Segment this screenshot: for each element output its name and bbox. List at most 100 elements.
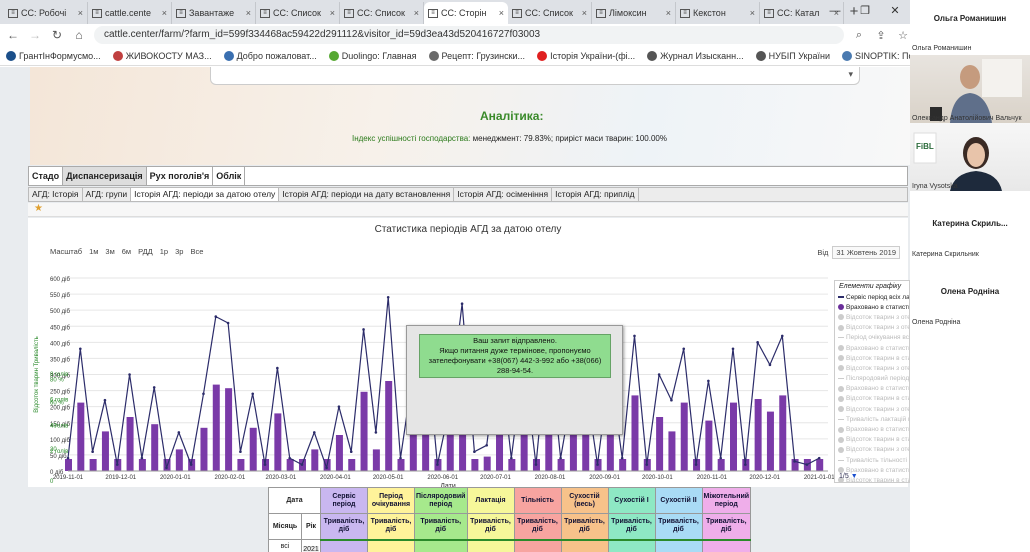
data-point [374, 431, 378, 434]
year-input[interactable]: 2021 [301, 539, 321, 552]
legend-marker-icon [838, 337, 844, 339]
favorite-star-icon[interactable]: ★ [34, 203, 43, 214]
browser-tab[interactable]: ≡ CC: Робочі × [4, 2, 88, 24]
column-header[interactable]: Міжотельний період [701, 487, 752, 514]
search-icon[interactable]: ⌕ [852, 29, 866, 42]
column-header[interactable]: Період очікування [367, 487, 415, 514]
bar-mark [656, 417, 664, 471]
legend-item[interactable]: Відсоток тварин в статистиці по післяр [835, 394, 909, 404]
legend-item[interactable]: Сервіс період всіх лакт [835, 292, 909, 302]
browser-tab[interactable]: ≡ cattle.cente × [88, 2, 172, 24]
tab-close-icon[interactable]: × [499, 8, 504, 18]
main-tab[interactable]: Рух поголів'я [147, 167, 214, 185]
browser-tab[interactable]: ≡ Завантаже × [172, 2, 256, 24]
data-point [534, 463, 538, 466]
legend-item[interactable]: Тривалість тільності всіх лактацій [835, 455, 909, 465]
column-header[interactable]: Лактація [466, 487, 515, 514]
top-collapsed-panel[interactable]: ▾ [210, 67, 860, 85]
participant-tile-1[interactable]: Ольга Романишин Ольга Романишин [910, 0, 1030, 55]
sub-tab[interactable]: Історія АГД: осіменіння [454, 188, 553, 201]
bookmark-item[interactable]: Рецепт: Грузински... [428, 50, 525, 61]
main-tab[interactable]: Стадо [29, 167, 64, 185]
sub-tab[interactable]: Історія АГД: періоди на дату встановленн… [279, 188, 455, 201]
bookmark-item[interactable]: SINOPTIK: Погода... [842, 50, 910, 61]
sub-tab[interactable]: АГД: групи [83, 188, 132, 201]
column-header[interactable]: Сервіс період [320, 487, 368, 514]
tab-close-icon[interactable]: × [414, 8, 419, 18]
legend-item[interactable]: Відсоток тварин з отелами за сервіс пері… [835, 323, 909, 333]
bookmark-item[interactable]: ГрантІнФормусмо... [6, 50, 101, 61]
close-icon[interactable]: ✕ [880, 0, 910, 24]
tab-close-icon[interactable]: × [666, 8, 671, 18]
main-tab[interactable]: Диспансеризація [63, 167, 147, 185]
tab-close-icon[interactable]: × [330, 8, 335, 18]
forward-icon[interactable]: → [28, 28, 42, 42]
legend-item[interactable]: Відсоток тварин в статистиці по періоду … [835, 353, 909, 363]
legend-item[interactable]: Післяродовий період всіх лактацій [835, 374, 909, 384]
legend-item[interactable]: Враховано в статистику [835, 302, 909, 312]
browser-tab[interactable]: ≡ Кекстон × [676, 2, 760, 24]
legend-item[interactable]: Враховано в статистику по періоду о [835, 343, 909, 353]
legend-item[interactable]: Відсоток тварин з отелами по післяр [835, 404, 909, 414]
participant-tile-5[interactable]: Олена Родніна Олена Родніна [910, 259, 1030, 327]
column-header[interactable]: Тільність [513, 487, 562, 514]
sub-tab[interactable]: Історія АГД: періоди за датою отелу [131, 188, 280, 201]
legend-item[interactable]: Враховано в статистику по післяродову [835, 384, 909, 394]
tab-close-icon[interactable]: × [78, 8, 83, 18]
legend-pager[interactable]: 1/5 ▼ [839, 473, 858, 480]
tab-close-icon[interactable]: × [582, 8, 587, 18]
reload-icon[interactable]: ↻ [50, 28, 64, 42]
sub-tab[interactable]: Історія АГД: приплід [552, 188, 639, 201]
browser-tab[interactable]: ≡ CC: Сторін × [424, 2, 508, 24]
restore-icon[interactable]: ❐ [850, 0, 880, 24]
legend-label: Відсоток тварин в статистиці по післяр [846, 395, 909, 403]
legend-item[interactable]: Відсоток тварин з отелами з [835, 312, 909, 322]
minimize-icon[interactable]: — [820, 0, 850, 24]
bookmark-item[interactable]: НУБІП України [755, 50, 830, 61]
home-icon[interactable]: ⌂ [72, 28, 86, 42]
legend-item[interactable]: Враховано в статистику по тривалос [835, 424, 909, 434]
browser-tab[interactable]: ≡ CC: Список × [340, 2, 424, 24]
dropdown-arrow-icon[interactable]: ▾ [848, 69, 853, 80]
bookmark-item[interactable]: Duolingo: Главная [328, 50, 417, 61]
column-header[interactable]: Сухостій II [654, 487, 703, 514]
tab-close-icon[interactable]: × [750, 8, 755, 18]
browser-tab[interactable]: ≡ Лімоксин × [592, 2, 676, 24]
tab-label: Лімоксин [609, 8, 647, 18]
browser-tab[interactable]: ≡ CC: Список × [508, 2, 592, 24]
legend-item[interactable]: Відсоток тварин з отелами по тривал [835, 445, 909, 455]
column-header[interactable]: Післяродовий період [414, 487, 468, 514]
tab-close-icon[interactable]: × [162, 8, 167, 18]
participant-tile-2[interactable]: Олександр Анатолійович Вальчук [910, 55, 1030, 123]
back-icon[interactable]: ← [6, 28, 20, 42]
bookmark-item[interactable]: Журнал Изысканн... [647, 50, 744, 61]
tab-close-icon[interactable]: × [246, 8, 251, 18]
bookmark-item[interactable]: Добро пожаловат... [223, 50, 317, 61]
legend-item[interactable]: Тривалість лактацій всіх лактацій [835, 414, 909, 424]
main-tab[interactable]: Облік [213, 167, 246, 185]
browser-tab[interactable]: ≡ CC: Список × [256, 2, 340, 24]
sub-tab[interactable]: АГД: Історія [29, 188, 83, 201]
bar-mark [779, 395, 787, 471]
participant-tile-4[interactable]: Катерина Скриль... Катерина Скрильник [910, 191, 1030, 259]
x-tick-label: 2020-01-01 [160, 475, 191, 481]
bookmark-item[interactable]: Історія України-(фі... [537, 50, 635, 61]
legend-item[interactable]: Період очікування всіх лактацій [835, 333, 909, 343]
column-header[interactable]: Сухостій I [607, 487, 656, 514]
data-point [103, 398, 107, 402]
legend-item[interactable]: Відсоток тварин в статистиці по трив [835, 435, 909, 445]
data-point [817, 456, 821, 460]
data-point [276, 366, 279, 370]
participant-tile-3[interactable]: FiBL Iryna Vysotska [910, 123, 1030, 191]
month-select[interactable]: всі- [268, 539, 302, 552]
legend-label: Відсоток тварин з отелами по післяр [846, 405, 909, 413]
svg-text:FiBL: FiBL [916, 142, 934, 151]
bookmark-star-icon[interactable]: ☆ [896, 29, 910, 42]
data-point [337, 405, 341, 408]
column-header[interactable]: Сухостій (весь) [560, 487, 609, 514]
pager-down-icon[interactable]: ▼ [851, 473, 858, 480]
legend-item[interactable]: Відсоток тварин з отелами за період очік… [835, 363, 909, 373]
bookmark-item[interactable]: ЖИВОКОСТУ МАЗ... [112, 50, 212, 61]
url-input[interactable]: cattle.center/farm/?farm_id=599f334468ac… [94, 26, 844, 44]
share-icon[interactable]: ⇪ [874, 29, 888, 42]
